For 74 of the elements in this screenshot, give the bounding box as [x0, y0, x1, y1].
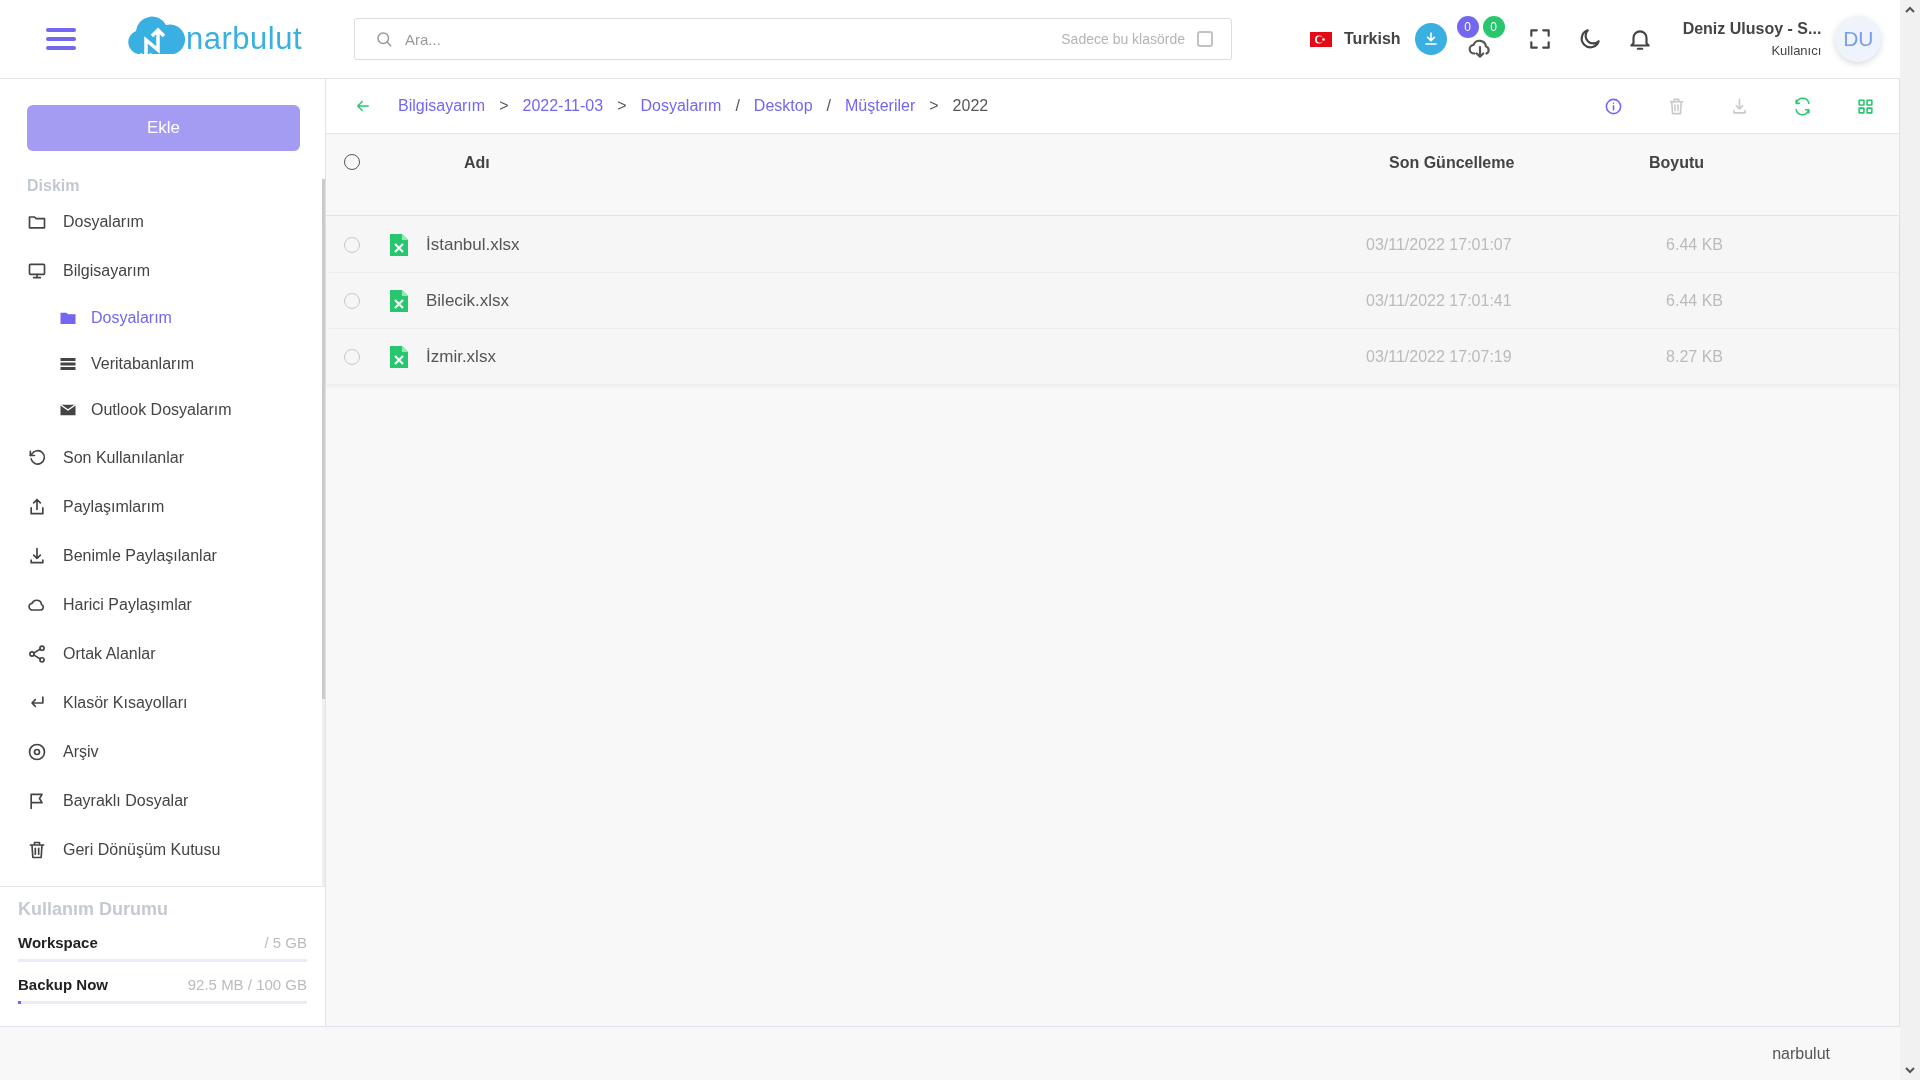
breadcrumb-link[interactable]: Dosyalarım — [640, 97, 722, 115]
logo-text: narbulut — [186, 21, 303, 57]
date-cell-text: 03/11/2022 17:01:41 — [1366, 291, 1513, 310]
breadcrumb-separator: > — [617, 97, 627, 115]
spreadsheet-file-icon — [390, 289, 408, 312]
meter-reading: / 5 GB — [264, 934, 307, 951]
sidebar-item[interactable]: Veritabanlarım — [27, 341, 300, 387]
disc-icon — [27, 741, 47, 762]
sidebar-item[interactable]: Dosyalarım — [27, 197, 300, 246]
sidebar-item[interactable]: Ortak Alanlar — [27, 629, 300, 678]
share-icon — [27, 643, 47, 664]
column-header[interactable]: Son Güncelleme — [1389, 154, 1649, 172]
sidebar-item[interactable]: Klasör Kısayolları — [27, 678, 300, 727]
table-row[interactable]: İstanbul.xlsx 03/11/2022 17:01:07 6.44 KB — [326, 217, 1899, 272]
meter-label: Backup Now — [18, 976, 108, 993]
breadcrumb-link[interactable]: 2022-11-03 — [522, 97, 604, 115]
breadcrumb-link[interactable]: Bilgisayarım — [398, 97, 486, 115]
checkbox[interactable] — [1197, 31, 1214, 47]
server-icon — [59, 355, 77, 373]
scope-label: Sadece bu klasörde — [1061, 31, 1186, 47]
size-cell-text: 8.27 KB — [1665, 347, 1723, 366]
column-header[interactable]: Boyutu — [1649, 154, 1899, 172]
count-badge: 0 — [1456, 16, 1479, 38]
sidebar-item[interactable]: Bayraklı Dosyalar — [27, 776, 300, 825]
breadcrumb-separator: > — [499, 97, 509, 115]
file-name[interactable]: İzmir.xlsx — [426, 346, 1366, 367]
sidebar-item[interactable]: Paylaşımlarım — [27, 482, 300, 531]
trash-icon — [27, 839, 47, 860]
breadcrumb-current: 2022 — [952, 97, 989, 115]
spreadsheet-file-icon — [390, 233, 408, 256]
sidebar-item[interactable]: Outlook Dosyalarım — [27, 387, 300, 433]
history-icon — [27, 447, 47, 468]
user-name: Deniz Ulusoy - S... — [1682, 20, 1822, 38]
sidebar-item[interactable]: Son Kullanılanlar — [27, 433, 300, 482]
download-icon[interactable] — [1414, 23, 1447, 55]
section-heading: Diskim — [27, 177, 81, 195]
user-role: Kullanıcı — [1771, 43, 1822, 58]
breadcrumb-separator: > — [929, 97, 939, 115]
count-badge: 0 — [1482, 16, 1505, 38]
file-name[interactable]: İstanbul.xlsx — [426, 234, 1366, 255]
footer-text: narbulut — [1772, 1044, 1830, 1063]
table-row[interactable]: İzmir.xlsx 03/11/2022 17:07:19 8.27 KB — [326, 329, 1899, 384]
search-icon — [375, 30, 394, 48]
language-selector[interactable]: Turkish — [1344, 30, 1401, 48]
scrollbar[interactable] — [322, 179, 325, 886]
download-icon — [27, 545, 47, 566]
breadcrumb-separator: / — [735, 97, 740, 115]
sidebar-item[interactable]: Arşiv — [27, 727, 300, 776]
grid-view-icon[interactable] — [1856, 96, 1875, 116]
file-name[interactable]: Bilecik.xlsx — [426, 290, 1366, 311]
table-row[interactable]: Bilecik.xlsx 03/11/2022 17:01:41 6.44 KB — [326, 273, 1899, 328]
sidebar-item[interactable]: Geri Dönüşüm Kutusu — [27, 825, 300, 874]
sidebar-item[interactable]: Harici Paylaşımlar — [27, 580, 300, 629]
spreadsheet-file-icon — [390, 345, 408, 368]
info-icon[interactable] — [1604, 96, 1623, 116]
scrollbar[interactable] — [1900, 0, 1920, 1080]
size-cell-text: 6.44 KB — [1665, 291, 1723, 310]
flag-icon — [1310, 31, 1333, 47]
column-header[interactable]: Adı — [464, 154, 1389, 172]
upload-icon — [27, 496, 47, 517]
meter-reading: 92.5 MB / 100 GB — [187, 976, 307, 993]
breadcrumb-link[interactable]: Desktop — [753, 97, 813, 115]
date-cell-text: 03/11/2022 17:01:07 — [1366, 235, 1513, 254]
size-cell-text: 6.44 KB — [1665, 235, 1723, 254]
date-cell-text: 03/11/2022 17:07:19 — [1366, 347, 1513, 366]
breadcrumb-separator: / — [826, 97, 831, 115]
menu-icon[interactable] — [46, 28, 76, 50]
sidebar-item[interactable]: Dosyalarım — [27, 295, 300, 341]
refresh-icon[interactable] — [1793, 96, 1812, 116]
breadcrumb-link[interactable]: Müşteriler — [845, 97, 916, 115]
usage-heading: Kullanım Durumu — [18, 899, 169, 920]
sidebar-item[interactable]: Benimle Paylaşılanlar — [27, 531, 300, 580]
meter-label: Workspace — [18, 934, 98, 951]
sidebar-item[interactable]: Bilgisayarım — [27, 246, 300, 295]
